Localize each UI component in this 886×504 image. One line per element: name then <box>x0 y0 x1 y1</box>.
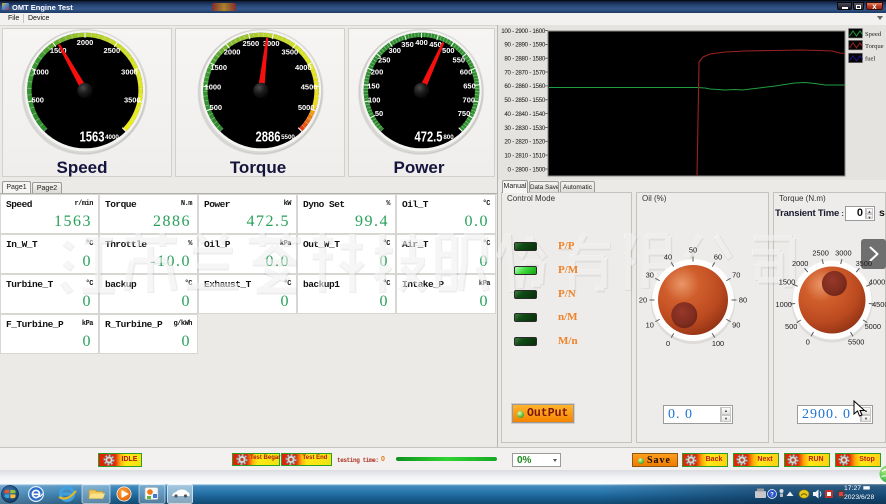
svg-text:4000: 4000 <box>295 63 312 72</box>
svg-text:200: 200 <box>371 68 384 77</box>
svg-text:500: 500 <box>210 103 223 112</box>
svg-text:50: 50 <box>689 246 697 255</box>
svg-text:472.5: 472.5 <box>415 130 443 146</box>
svg-text:300: 300 <box>388 46 401 55</box>
svg-text:4500: 4500 <box>301 83 318 92</box>
svg-text:80: 80 <box>739 296 747 305</box>
svg-text:30: 30 <box>646 271 654 280</box>
svg-text:600: 600 <box>460 68 473 77</box>
svg-text:4000: 4000 <box>105 134 119 141</box>
svg-text:3500: 3500 <box>856 259 872 268</box>
svg-text:2500: 2500 <box>103 46 120 55</box>
svg-text:750: 750 <box>458 109 471 118</box>
svg-text:50: 50 <box>375 109 383 118</box>
svg-text:10: 10 <box>646 321 654 330</box>
svg-text:150: 150 <box>367 81 380 90</box>
svg-text:2886: 2886 <box>256 130 281 146</box>
svg-text:70: 70 <box>732 271 740 280</box>
svg-text:100: 100 <box>368 96 381 105</box>
svg-text:0: 0 <box>666 339 670 348</box>
svg-text:3500: 3500 <box>124 96 141 105</box>
svg-text:3500: 3500 <box>282 48 299 57</box>
svg-text:2500: 2500 <box>242 39 259 48</box>
svg-text:2000: 2000 <box>792 259 808 268</box>
svg-text:500: 500 <box>31 96 44 105</box>
svg-text:5500: 5500 <box>281 134 295 141</box>
svg-text:1563: 1563 <box>80 130 105 146</box>
svg-text:1000: 1000 <box>775 300 791 309</box>
svg-text:20: 20 <box>639 296 647 305</box>
svg-text:500: 500 <box>785 322 797 331</box>
svg-text:2000: 2000 <box>224 48 241 57</box>
svg-text:5000: 5000 <box>865 322 881 331</box>
svg-text:700: 700 <box>463 96 476 105</box>
svg-text:350: 350 <box>401 40 414 49</box>
svg-text:40: 40 <box>664 252 672 261</box>
svg-text:5500: 5500 <box>848 338 864 347</box>
svg-text:1000: 1000 <box>205 83 222 92</box>
svg-text:1500: 1500 <box>779 278 795 287</box>
svg-text:400: 400 <box>415 38 428 47</box>
svg-text:?: ? <box>770 493 774 499</box>
svg-text:550: 550 <box>453 56 466 65</box>
svg-text:4000: 4000 <box>869 278 885 287</box>
svg-text:800: 800 <box>443 134 454 141</box>
svg-text:2500: 2500 <box>812 249 828 258</box>
svg-text:5000: 5000 <box>298 103 315 112</box>
svg-text:100: 100 <box>712 339 724 348</box>
svg-text:3000: 3000 <box>121 68 138 77</box>
svg-text:250: 250 <box>378 56 391 65</box>
svg-text:3000: 3000 <box>835 249 851 258</box>
svg-text:1500: 1500 <box>210 63 227 72</box>
svg-text:1000: 1000 <box>32 68 49 77</box>
svg-text:60: 60 <box>714 252 722 261</box>
svg-text:650: 650 <box>463 81 476 90</box>
svg-text:0: 0 <box>806 338 810 347</box>
svg-text:4500: 4500 <box>872 300 886 309</box>
svg-text:2000: 2000 <box>77 38 94 47</box>
svg-text:90: 90 <box>732 321 740 330</box>
svg-text:500: 500 <box>442 46 455 55</box>
